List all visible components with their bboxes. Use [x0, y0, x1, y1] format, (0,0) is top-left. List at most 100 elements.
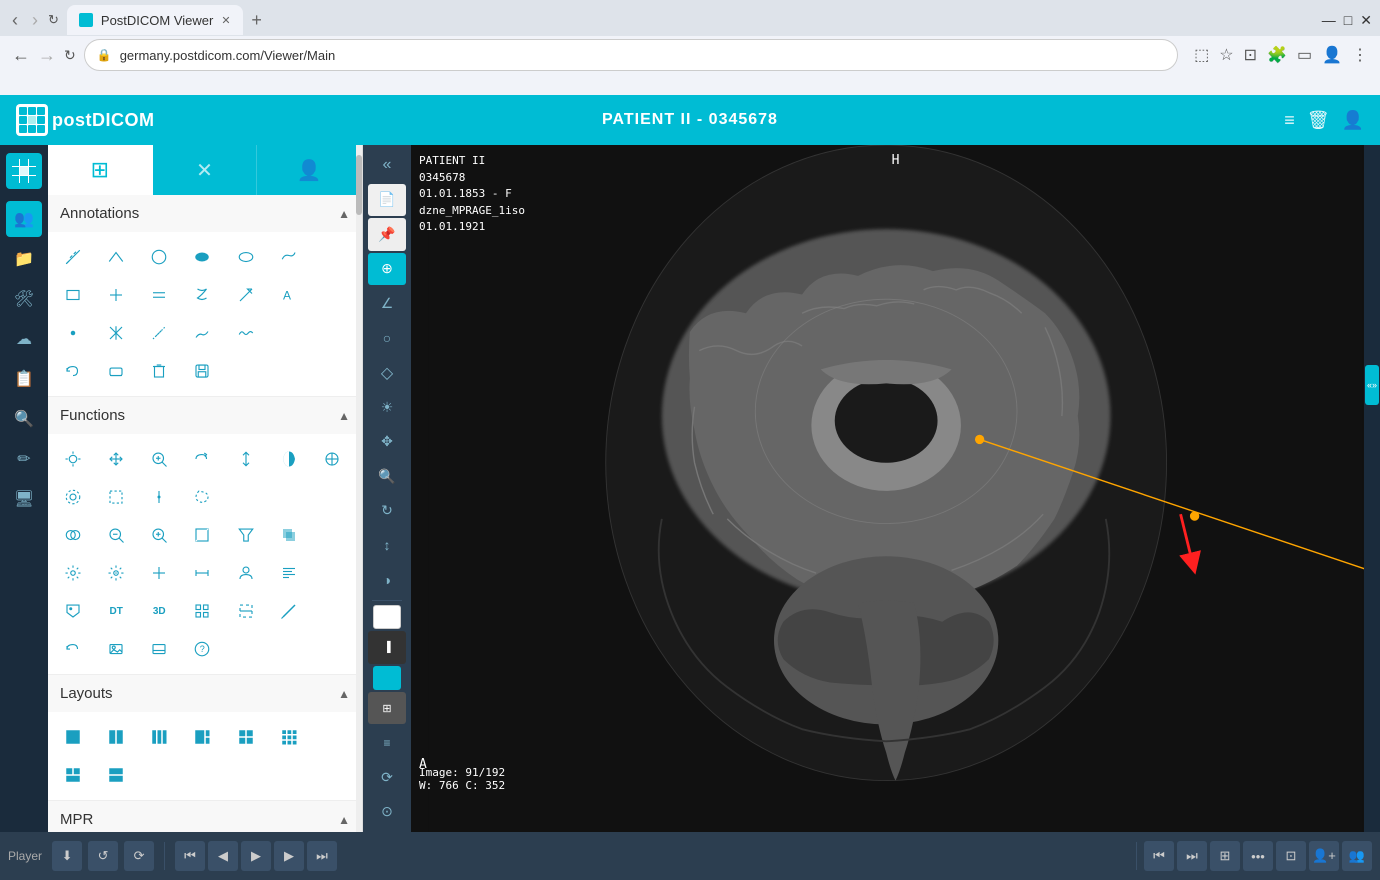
- annotations-toggle[interactable]: ▲: [338, 207, 350, 221]
- strip-ellipse[interactable]: ○: [368, 322, 406, 355]
- func-rect-sel[interactable]: [99, 480, 133, 514]
- layout-2x2[interactable]: [229, 720, 263, 754]
- maximize-button[interactable]: □: [1344, 12, 1352, 28]
- tool-cross[interactable]: [99, 278, 133, 312]
- sidebar-item-tools[interactable]: 🛠: [6, 281, 42, 317]
- strip-rotate2[interactable]: ⟳: [368, 761, 406, 794]
- active-tab[interactable]: PostDICOM Viewer ✕: [67, 5, 243, 35]
- tool-clear[interactable]: [142, 354, 176, 388]
- func-free-roi[interactable]: [185, 480, 219, 514]
- func-rewind[interactable]: [56, 632, 90, 666]
- func-clip[interactable]: [229, 594, 263, 628]
- func-rotate[interactable]: [185, 442, 219, 476]
- tab-tools[interactable]: ✕: [153, 145, 258, 195]
- func-vflip[interactable]: [229, 442, 263, 476]
- tool-angle[interactable]: [99, 240, 133, 274]
- func-gear[interactable]: [99, 556, 133, 590]
- func-image[interactable]: [99, 632, 133, 666]
- func-overlay[interactable]: [272, 518, 306, 552]
- strip-notes[interactable]: 📄: [368, 184, 406, 217]
- player-download[interactable]: ⬇: [52, 841, 82, 871]
- refresh-button[interactable]: ↻: [48, 12, 59, 28]
- address-bar[interactable]: 🔒 germany.postdicom.com/Viewer/Main: [84, 39, 1178, 71]
- strip-marker[interactable]: 📌: [368, 218, 406, 251]
- layout-bottom-wide[interactable]: [56, 758, 90, 792]
- layout-1x3[interactable]: [142, 720, 176, 754]
- func-settings[interactable]: [56, 556, 90, 590]
- functions-toggle[interactable]: ▲: [338, 409, 350, 423]
- sidebar-item-patients[interactable]: 👥: [6, 201, 42, 237]
- new-tab-button[interactable]: +: [243, 6, 271, 34]
- back-button[interactable]: ‹: [8, 13, 22, 27]
- tool-segment[interactable]: [142, 316, 176, 350]
- func-wl[interactable]: [56, 518, 90, 552]
- func-image2[interactable]: [142, 632, 176, 666]
- strip-diamond[interactable]: ◇: [368, 356, 406, 389]
- br-user-add[interactable]: 👤+: [1309, 841, 1339, 871]
- minimize-button[interactable]: —: [1322, 12, 1336, 28]
- sidebar-item-list[interactable]: 📋: [6, 361, 42, 397]
- tool-arrow[interactable]: [229, 278, 263, 312]
- strip-stack[interactable]: ≡: [368, 726, 406, 759]
- func-grid[interactable]: [185, 594, 219, 628]
- func-4way[interactable]: [142, 556, 176, 590]
- func-lut[interactable]: [185, 518, 219, 552]
- func-zoom-rect[interactable]: [142, 518, 176, 552]
- func-sort[interactable]: [272, 556, 306, 590]
- tool-ellipse-fill[interactable]: [185, 240, 219, 274]
- tab-layout[interactable]: ⊞: [48, 145, 153, 195]
- strip-move[interactable]: ✥: [368, 425, 406, 458]
- tool-ruler[interactable]: [56, 240, 90, 274]
- strip-gyro[interactable]: ⊙: [368, 795, 406, 828]
- close-button[interactable]: ✕: [1360, 12, 1372, 29]
- player-prev[interactable]: ◀: [208, 841, 238, 871]
- sidebar-item-search[interactable]: 🔍: [6, 401, 42, 437]
- tool-rect[interactable]: [56, 278, 90, 312]
- reload-icon[interactable]: ↻: [64, 47, 76, 64]
- profile-icon[interactable]: 👤: [1322, 45, 1342, 65]
- strip-white[interactable]: [373, 605, 401, 629]
- tool-text[interactable]: A: [272, 278, 306, 312]
- strip-rotate[interactable]: ↻: [368, 494, 406, 527]
- tool-circle[interactable]: [142, 240, 176, 274]
- extensions-icon[interactable]: 🧩: [1267, 45, 1287, 65]
- menu-icon[interactable]: ⋮: [1352, 45, 1368, 65]
- func-filter[interactable]: [229, 518, 263, 552]
- tool-wave[interactable]: [229, 316, 263, 350]
- strip-brightness[interactable]: ☀: [368, 391, 406, 424]
- trash-header-icon[interactable]: 🗑: [1307, 110, 1330, 131]
- player-last[interactable]: ⏭: [307, 841, 337, 871]
- func-move[interactable]: [99, 442, 133, 476]
- strip-angle[interactable]: ∠: [368, 287, 406, 320]
- strip-invert[interactable]: ◑: [368, 564, 406, 597]
- func-zoom-out[interactable]: [99, 518, 133, 552]
- sidebar-item-upload[interactable]: ☁: [6, 321, 42, 357]
- layouts-toggle[interactable]: ▲: [338, 687, 350, 701]
- star-icon[interactable]: ☆: [1219, 45, 1233, 65]
- br-users[interactable]: 👥: [1342, 841, 1372, 871]
- mpr-header[interactable]: MPR ▲: [48, 801, 362, 832]
- tab-close-button[interactable]: ✕: [221, 14, 230, 27]
- br-more[interactable]: •••: [1243, 841, 1273, 871]
- sidebar-icon[interactable]: ▭: [1297, 45, 1312, 65]
- user-header-icon[interactable]: 👤: [1342, 110, 1364, 131]
- back-icon[interactable]: ←: [12, 45, 30, 66]
- player-rewind[interactable]: ↺: [88, 841, 118, 871]
- player-first[interactable]: ⏮: [175, 841, 205, 871]
- tool-parallel[interactable]: [142, 278, 176, 312]
- viewer-scrollbar[interactable]: «»: [1364, 145, 1380, 832]
- tool-freehand2[interactable]: [185, 316, 219, 350]
- tool-undo[interactable]: [56, 354, 90, 388]
- layouts-header[interactable]: Layouts ▲: [48, 675, 362, 712]
- sidebar-item-folder[interactable]: 📁: [6, 241, 42, 277]
- func-zoom[interactable]: [142, 442, 176, 476]
- tool-freehand[interactable]: [272, 240, 306, 274]
- func-crosshair[interactable]: [315, 442, 349, 476]
- func-needle[interactable]: [272, 594, 306, 628]
- func-report[interactable]: ?: [185, 632, 219, 666]
- br-prev[interactable]: ⏮: [1144, 841, 1174, 871]
- func-brightness[interactable]: [56, 442, 90, 476]
- tool-save[interactable]: [185, 354, 219, 388]
- translate-icon[interactable]: ⬚: [1194, 45, 1209, 65]
- mpr-toggle[interactable]: ▲: [338, 813, 350, 827]
